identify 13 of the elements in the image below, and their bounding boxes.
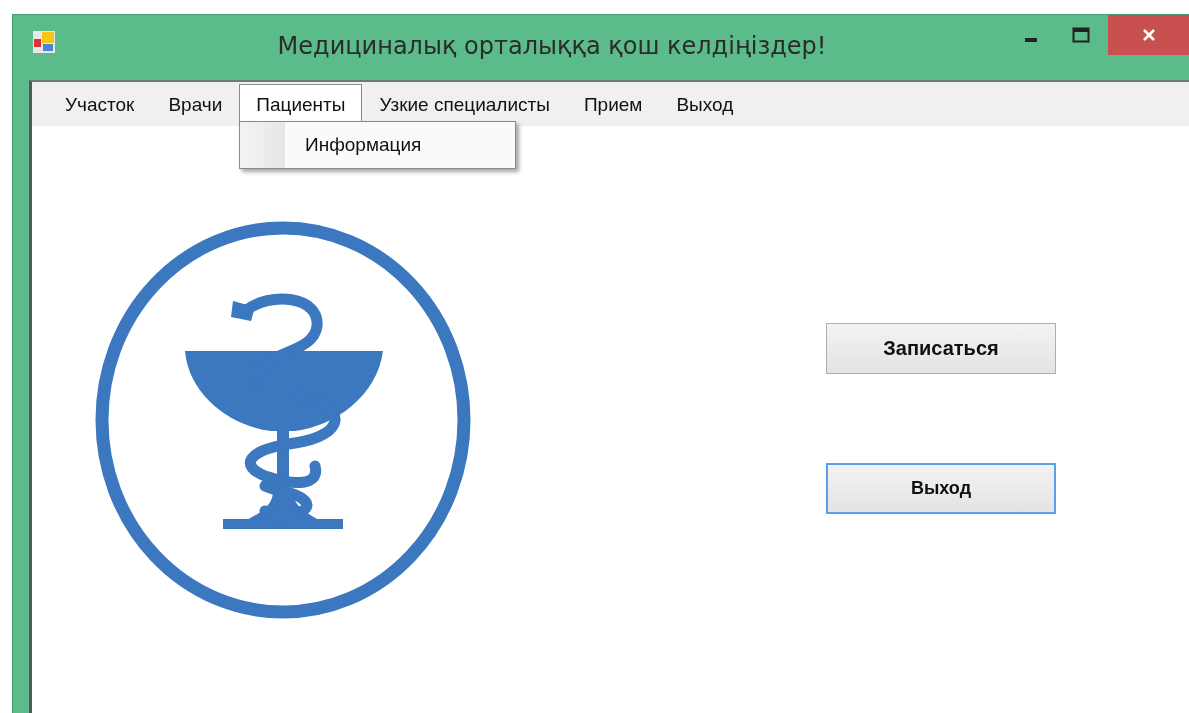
menu-item[interactable]: Участок xyxy=(48,84,152,126)
menu-item[interactable]: Врачи xyxy=(151,84,240,126)
push-button[interactable]: Записаться xyxy=(826,323,1056,374)
window-title: Медициналық орталыққа қош келдіңіздер! xyxy=(276,32,828,60)
push-button[interactable]: Выход xyxy=(826,463,1056,514)
menu-icon-margin xyxy=(240,122,285,168)
menu-item[interactable]: Прием xyxy=(566,84,660,126)
app-icon xyxy=(32,30,56,54)
close-icon xyxy=(1140,27,1157,43)
medical-logo-icon xyxy=(95,221,471,619)
minimize-icon xyxy=(1025,38,1037,42)
maximize-icon xyxy=(1072,27,1090,43)
menu-item[interactable]: Выход xyxy=(659,84,751,126)
